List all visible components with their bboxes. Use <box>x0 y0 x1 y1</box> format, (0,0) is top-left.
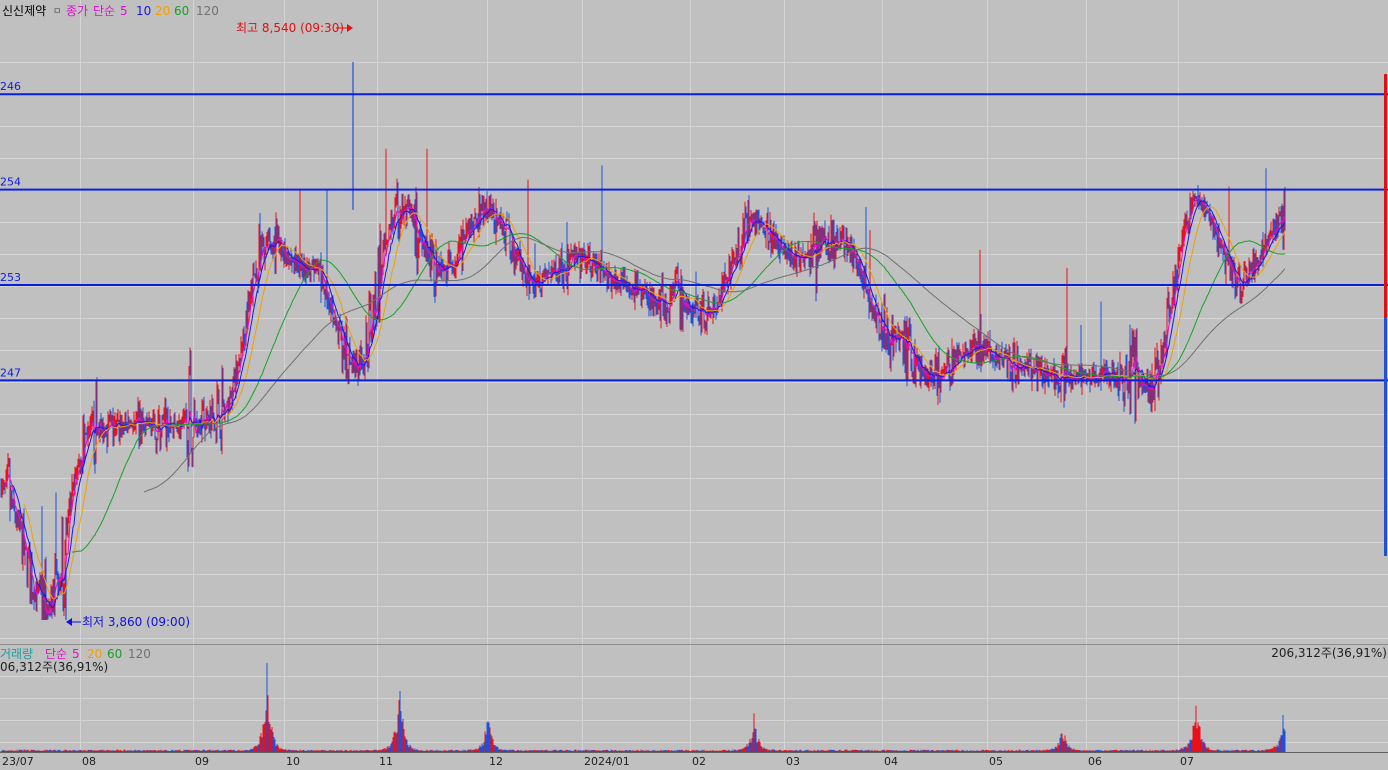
ma-period-120: 120 <box>196 4 219 18</box>
x-tick-label: 23/07 <box>2 755 34 766</box>
x-tick-label: 02 <box>692 755 706 766</box>
close-label: 종가 <box>66 4 88 18</box>
x-tick-label: 10 <box>286 755 300 766</box>
x-tick-label: 12 <box>489 755 503 766</box>
box-symbol: ㅁ <box>53 7 61 17</box>
x-tick-label: 05 <box>989 755 1003 766</box>
x-tick-label: 04 <box>884 755 898 766</box>
ma-type-label: 단순 <box>93 4 115 18</box>
x-tick-label: 09 <box>195 755 209 766</box>
ma-period-20: 20 <box>155 4 170 18</box>
x-tick-label: 03 <box>786 755 800 766</box>
x-tick-label: 07 <box>1180 755 1194 766</box>
volume-ma-type: 단순 <box>45 647 67 661</box>
volume-ma-120: 120 <box>128 647 151 661</box>
volume-label: 거래량 <box>0 647 33 661</box>
right-indicator-down <box>1384 318 1387 556</box>
high-annotation: 최고 8,540 (09:30) <box>236 21 353 35</box>
volume-ma-5: 5 <box>72 647 80 661</box>
low-label: 최저 3,860 (09:00) <box>82 615 190 629</box>
high-label: 최고 8,540 (09:30) <box>236 21 344 35</box>
ma-period-10: 10 <box>136 4 151 18</box>
x-tick-label: 08 <box>82 755 96 766</box>
right-indicator-up <box>1384 74 1387 318</box>
reference-line-label: 254 <box>0 176 21 189</box>
chart-canvas[interactable]: 246 254 253 247 23/07 08 09 10 11 12 2024/01 02 03 0… <box>0 0 1388 768</box>
stock-chart[interactable]: 246 254 253 247 23/07 08 09 10 11 12 2024/01 02 03 0… <box>0 0 1388 768</box>
volume-value-left: 06,312주(36,91%) <box>0 660 108 674</box>
low-annotation: 최저 3,860 (09:00) <box>66 615 190 629</box>
reference-line-label: 253 <box>0 271 21 284</box>
reference-line-label: 246 <box>0 80 21 93</box>
reference-line-label: 247 <box>0 366 21 379</box>
stock-name[interactable]: 신신제약 <box>2 3 46 18</box>
volume-ma-60: 60 <box>107 647 122 661</box>
x-tick-label: 06 <box>1088 755 1102 766</box>
volume-value-right: 206,312주(36,91%) <box>1271 646 1387 660</box>
ma-period-5: 5 <box>120 4 128 18</box>
header-legend: 신신제약 ㅁ 종가 단순 5 10 20 60 120 <box>2 3 219 18</box>
volume-ma-20: 20 <box>87 647 102 661</box>
ma-period-60: 60 <box>174 4 189 18</box>
x-tick-label: 11 <box>379 755 393 766</box>
x-tick-label: 2024/01 <box>584 755 630 766</box>
